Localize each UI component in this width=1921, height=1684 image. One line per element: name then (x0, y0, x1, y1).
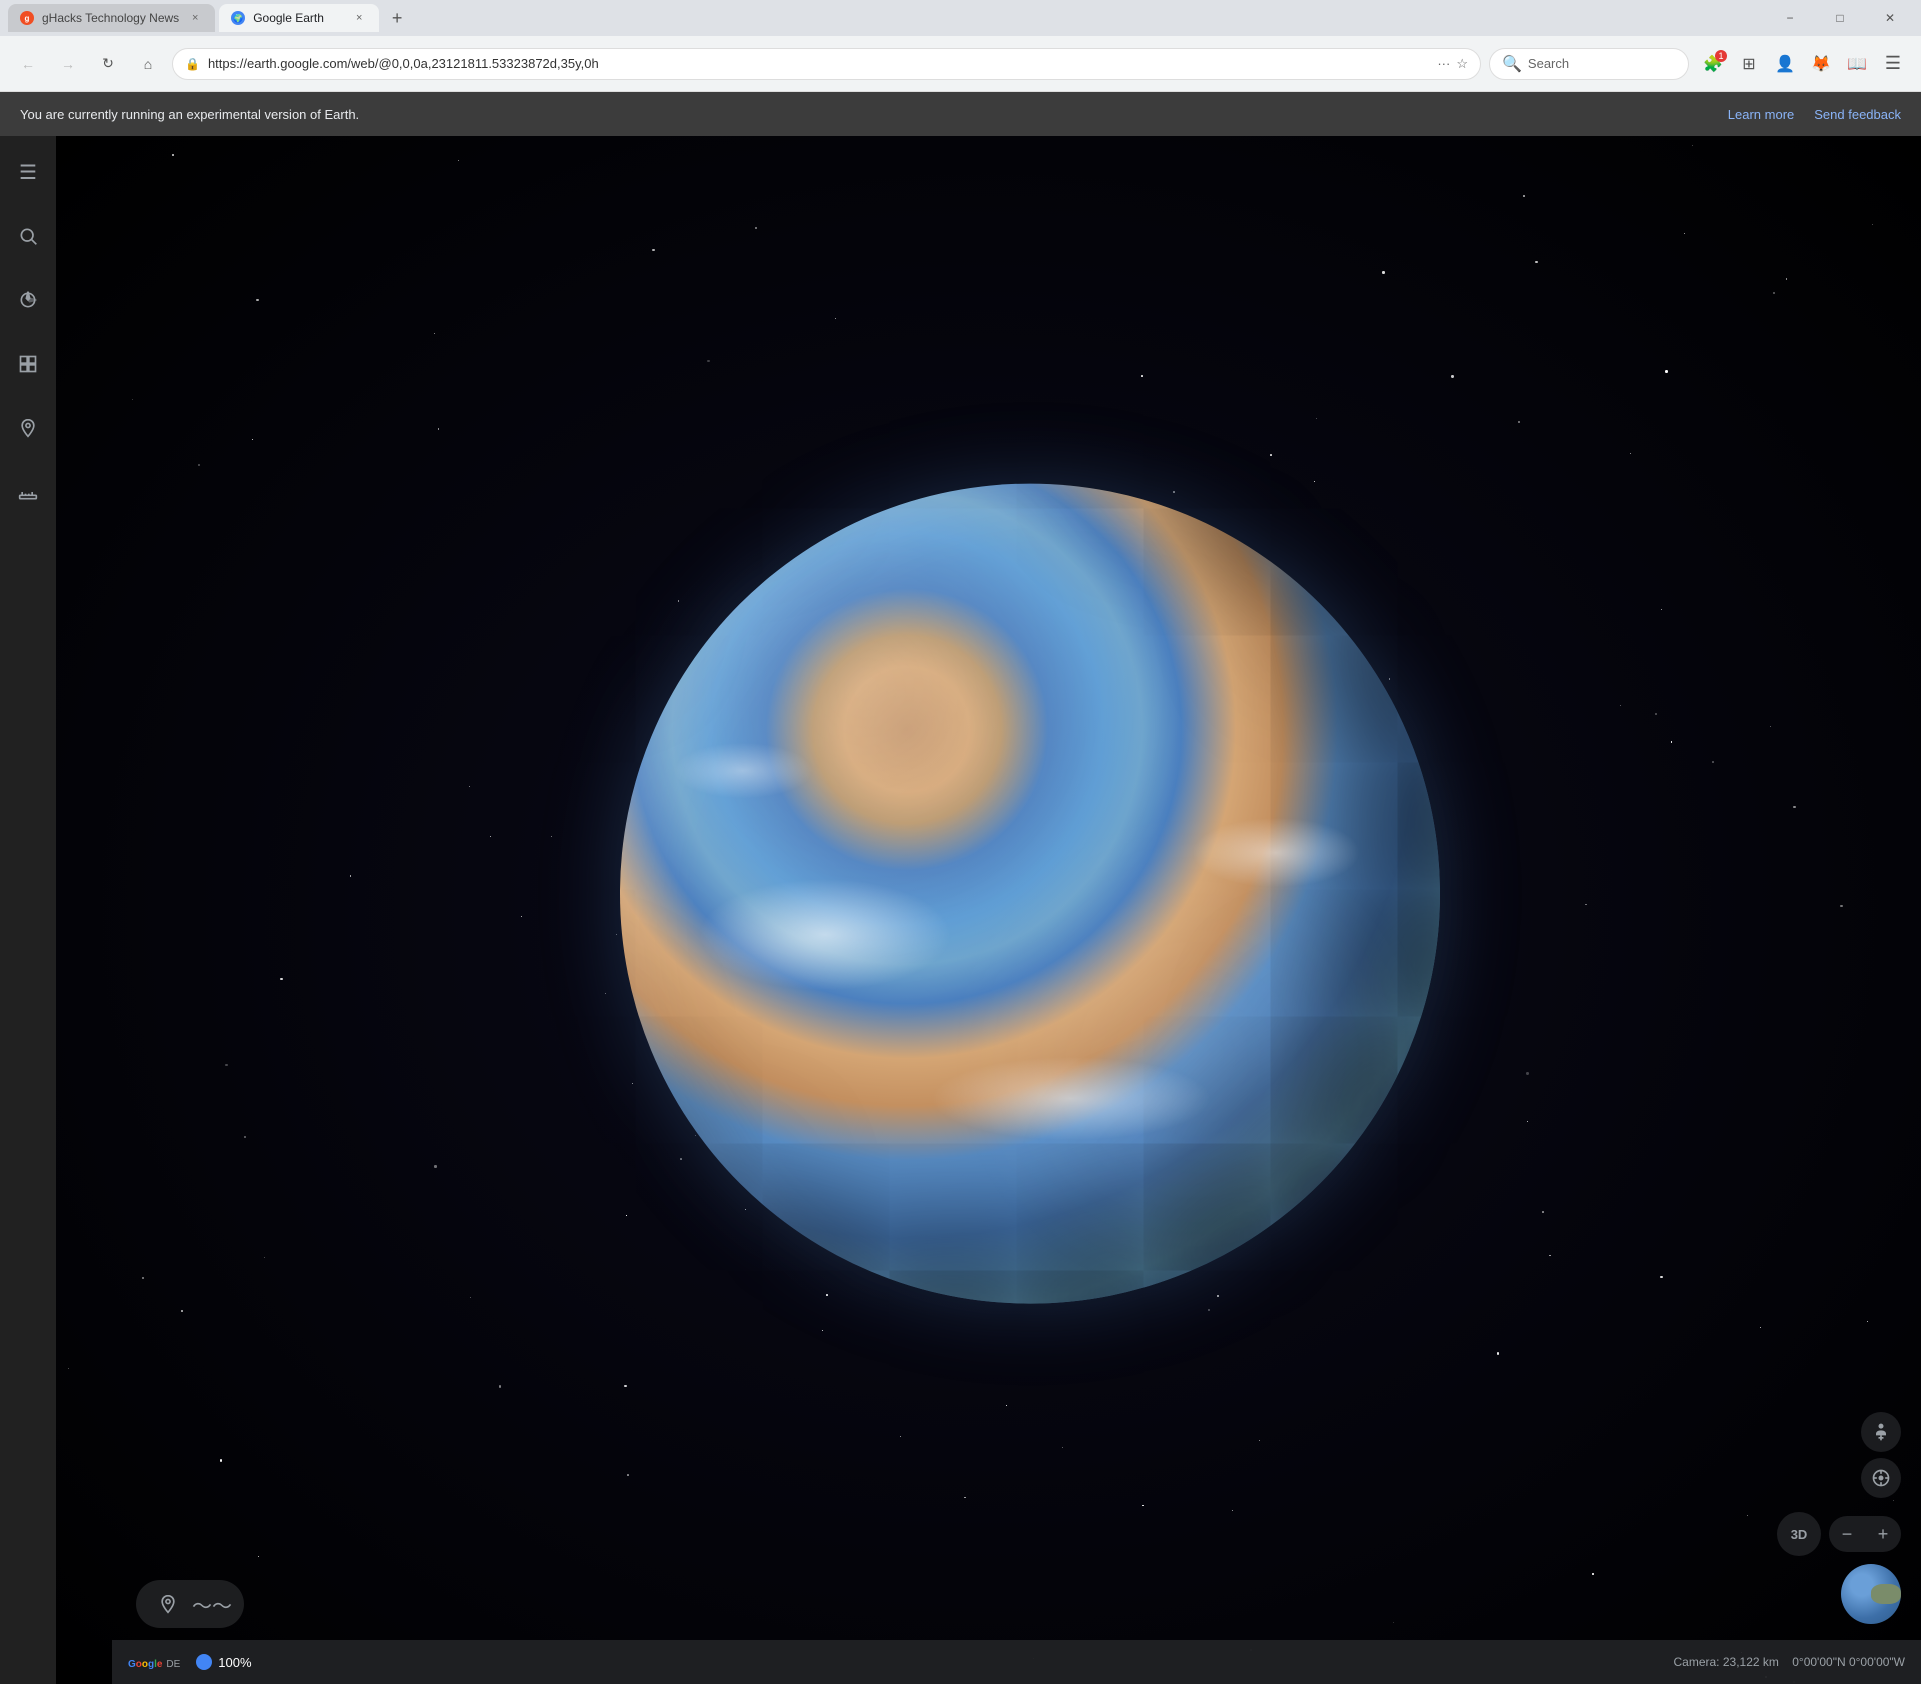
3d-view-button[interactable]: 3D (1777, 1512, 1821, 1556)
loading-circle (196, 1654, 212, 1670)
sidebar-places-button[interactable] (8, 408, 48, 448)
earth-view[interactable]: 〜〜 Google DE 100% Camera: 23,122 km 0°00… (56, 136, 1921, 1684)
compass-button[interactable] (1861, 1458, 1901, 1498)
search-input[interactable]: Search (1528, 56, 1569, 71)
camera-distance: Camera: 23,122 km (1674, 1655, 1779, 1669)
avatar-button[interactable]: 🦊 (1805, 48, 1837, 80)
tab-ghacks-close[interactable]: × (187, 10, 203, 26)
google-logo-suffix: DE (166, 1659, 180, 1670)
browser-frame: g gHacks Technology News × 🌍 Google Eart… (0, 0, 1921, 1684)
tab-google-earth-close[interactable]: × (351, 10, 367, 26)
sidebar-search-button[interactable] (8, 216, 48, 256)
extensions-button[interactable]: 🧩 1 (1697, 48, 1729, 80)
pegman-button[interactable] (1861, 1412, 1901, 1452)
bottom-tool-panel: 〜〜 (136, 1580, 244, 1628)
forward-button[interactable]: → (52, 48, 84, 80)
right-controls: 3D − + (1777, 1412, 1901, 1624)
sidebar-measure-button[interactable] (8, 472, 48, 512)
camera-info: Camera: 23,122 km 0°00'00"N 0°00'00"W (1674, 1655, 1906, 1669)
sidebar-projects-button[interactable] (8, 344, 48, 384)
loading-percentage: 100% (218, 1655, 251, 1670)
zoom-in-button[interactable]: + (1865, 1516, 1901, 1552)
lock-icon: 🔒 (185, 57, 200, 71)
sidebar-menu-button[interactable]: ☰ (8, 152, 48, 192)
browser-search-bar[interactable]: 🔍 Search (1489, 48, 1689, 80)
more-options-icon[interactable]: ··· (1437, 56, 1450, 71)
address-bar: ← → ↻ ⌂ 🔒 https://earth.google.com/web/@… (0, 36, 1921, 92)
url-actions: ··· ☆ (1437, 56, 1468, 72)
main-content: ☰ (0, 136, 1921, 1684)
zoom-controls: − + (1829, 1516, 1901, 1552)
status-bar: Google DE 100% Camera: 23,122 km 0°00'00… (112, 1640, 1921, 1684)
search-icon: 🔍 (1502, 54, 1522, 74)
close-button[interactable]: ✕ (1867, 4, 1913, 32)
new-tab-button[interactable]: + (383, 4, 411, 32)
url-text: https://earth.google.com/web/@0,0,0a,231… (208, 56, 1429, 71)
minimize-button[interactable]: − (1767, 4, 1813, 32)
url-bar[interactable]: 🔒 https://earth.google.com/web/@0,0,0a,2… (172, 48, 1481, 80)
pocket-button[interactable]: 📖 (1841, 48, 1873, 80)
notification-message: You are currently running an experimenta… (20, 107, 1708, 122)
left-sidebar: ☰ (0, 136, 56, 1684)
tab-google-earth[interactable]: 🌍 Google Earth × (219, 4, 379, 32)
title-bar: g gHacks Technology News × 🌍 Google Eart… (0, 0, 1921, 36)
home-button[interactable]: ⌂ (132, 48, 164, 80)
bookmark-icon[interactable]: ☆ (1456, 56, 1468, 72)
menu-button[interactable]: ☰ (1877, 48, 1909, 80)
tab-ghacks[interactable]: g gHacks Technology News × (8, 4, 215, 32)
google-logo: Google DE (128, 1654, 180, 1670)
zoom-out-button[interactable]: − (1829, 1516, 1865, 1552)
mini-globe-land (1871, 1584, 1901, 1604)
tab-google-earth-title: Google Earth (253, 11, 343, 25)
bottom-toolbar: 〜〜 (136, 1580, 244, 1628)
learn-more-link[interactable]: Learn more (1728, 107, 1794, 122)
tab-ghacks-title: gHacks Technology News (42, 11, 179, 25)
loading-indicator: 100% (196, 1654, 251, 1670)
send-feedback-link[interactable]: Send feedback (1814, 107, 1901, 122)
earth-globe (620, 484, 1440, 1304)
coordinates: 0°00'00"N 0°00'00"W (1792, 1655, 1905, 1669)
back-button[interactable]: ← (12, 48, 44, 80)
refresh-button[interactable]: ↻ (92, 48, 124, 80)
mini-globe[interactable] (1841, 1564, 1901, 1624)
route-tool-button[interactable]: 〜〜 (196, 1588, 228, 1620)
tab-ghacks-favicon: g (20, 11, 34, 25)
profile-button[interactable]: 👤 (1769, 48, 1801, 80)
sync-button[interactable]: ⊞ (1733, 48, 1765, 80)
maximize-button[interactable]: □ (1817, 4, 1863, 32)
tab-google-earth-favicon: 🌍 (231, 11, 245, 25)
window-controls: − □ ✕ (1767, 4, 1913, 32)
toolbar-actions: 🧩 1 ⊞ 👤 🦊 📖 ☰ (1697, 48, 1909, 80)
earth-clouds (620, 484, 1440, 1304)
location-tool-button[interactable] (152, 1588, 184, 1620)
notification-bar: You are currently running an experimenta… (0, 92, 1921, 136)
sidebar-voyager-button[interactable] (8, 280, 48, 320)
